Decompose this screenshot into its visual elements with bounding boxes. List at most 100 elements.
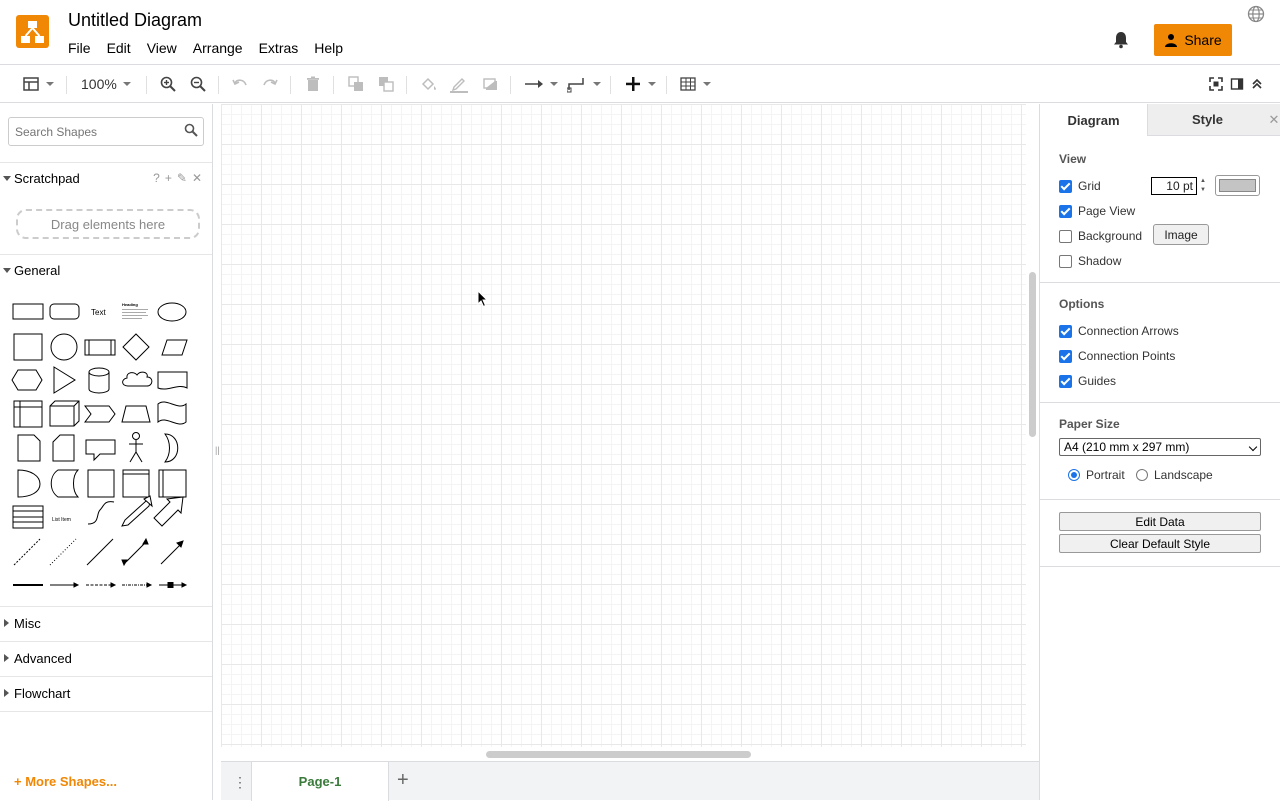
shape-container[interactable] bbox=[87, 469, 115, 498]
zoom-out-button[interactable] bbox=[189, 74, 207, 94]
shape-document[interactable] bbox=[157, 371, 188, 390]
shape-square[interactable] bbox=[13, 333, 43, 361]
grid-color-button[interactable] bbox=[1215, 175, 1260, 196]
shape-text[interactable]: Text bbox=[91, 308, 106, 317]
help-icon[interactable]: ? bbox=[153, 171, 160, 185]
connection-points-checkbox[interactable] bbox=[1059, 349, 1072, 363]
shape-list-item[interactable]: List Item bbox=[52, 517, 71, 523]
background-option[interactable]: Background bbox=[1059, 229, 1142, 243]
menu-edit[interactable]: Edit bbox=[99, 38, 139, 58]
waypoints-button[interactable] bbox=[567, 74, 601, 94]
shape-hexagon[interactable] bbox=[11, 369, 43, 391]
page-tab[interactable]: Page-1 bbox=[251, 762, 389, 801]
shape-rectangle[interactable] bbox=[12, 303, 44, 320]
menu-help[interactable]: Help bbox=[306, 38, 351, 58]
grid-size-input[interactable]: 10 pt bbox=[1151, 177, 1197, 195]
background-image-button[interactable]: Image bbox=[1153, 224, 1209, 245]
shape-swimlane[interactable] bbox=[122, 469, 150, 498]
clear-default-style-button[interactable]: Clear Default Style bbox=[1059, 534, 1261, 553]
connection-points-option[interactable]: Connection Points bbox=[1059, 349, 1175, 363]
fullscreen-button[interactable] bbox=[1209, 74, 1223, 94]
scratchpad-dropzone[interactable]: Drag elements here bbox=[16, 209, 200, 239]
redo-button[interactable] bbox=[261, 74, 279, 94]
shape-dashed-line[interactable] bbox=[13, 538, 41, 566]
undo-button[interactable] bbox=[231, 74, 249, 94]
connection-arrows-checkbox[interactable] bbox=[1059, 324, 1072, 338]
shadow-button[interactable] bbox=[481, 74, 499, 94]
background-checkbox[interactable] bbox=[1059, 229, 1072, 243]
shape-rounded-rectangle[interactable] bbox=[49, 303, 80, 320]
grid-size-stepper[interactable]: ▲ ▼ bbox=[1198, 177, 1208, 195]
shape-or[interactable] bbox=[163, 433, 179, 463]
paper-size-select[interactable]: A4 (210 mm x 297 mm) bbox=[1059, 438, 1261, 456]
shape-data-storage[interactable] bbox=[50, 469, 80, 498]
format-panel-toggle-button[interactable] bbox=[1230, 74, 1244, 94]
vertical-scrollbar[interactable] bbox=[1029, 272, 1036, 437]
shape-dotted-line[interactable] bbox=[49, 538, 77, 566]
shape-curve[interactable] bbox=[87, 501, 115, 525]
close-icon[interactable]: ✕ bbox=[1267, 104, 1280, 136]
zoom-in-button[interactable] bbox=[159, 74, 177, 94]
connection-arrows-option[interactable]: Connection Arrows bbox=[1059, 324, 1179, 338]
shadow-option[interactable]: Shadow bbox=[1059, 254, 1121, 268]
shape-directional-connector[interactable] bbox=[160, 540, 184, 565]
scratchpad-header[interactable]: Scratchpad ? + ✎ ✕ bbox=[0, 163, 212, 193]
shape-card[interactable] bbox=[52, 434, 75, 462]
shape-heading-text[interactable]: Heading bbox=[122, 302, 148, 319]
diagram-title[interactable]: Untitled Diagram bbox=[68, 10, 202, 31]
search-icon[interactable] bbox=[184, 123, 198, 137]
to-back-button[interactable] bbox=[377, 74, 395, 94]
shape-callout[interactable] bbox=[85, 439, 116, 462]
grid-option[interactable]: Grid bbox=[1059, 179, 1101, 193]
shape-internal-storage[interactable] bbox=[13, 400, 43, 428]
add-page-icon[interactable]: + bbox=[397, 769, 409, 792]
shape-diamond[interactable] bbox=[122, 333, 150, 361]
shape-vertical-container[interactable] bbox=[158, 469, 187, 498]
shape-bidirectional-arrow[interactable] bbox=[121, 495, 153, 527]
notification-bell-icon[interactable] bbox=[1112, 31, 1130, 49]
shape-bidirectional-connector[interactable] bbox=[121, 537, 149, 567]
shape-cube[interactable] bbox=[49, 400, 80, 427]
horizontal-scrollbar[interactable] bbox=[486, 751, 751, 758]
grid-checkbox[interactable] bbox=[1059, 179, 1072, 193]
shape-process[interactable] bbox=[84, 339, 116, 356]
shape-triangle[interactable] bbox=[53, 366, 76, 394]
share-button[interactable]: Share bbox=[1154, 24, 1232, 56]
fill-color-button[interactable] bbox=[420, 74, 438, 94]
shape-dotted-connector[interactable] bbox=[122, 582, 153, 588]
tab-diagram[interactable]: Diagram bbox=[1040, 104, 1147, 136]
shape-parallelogram[interactable] bbox=[161, 339, 188, 356]
search-shapes-input[interactable] bbox=[8, 117, 204, 146]
menu-arrange[interactable]: Arrange bbox=[185, 38, 251, 58]
menu-extras[interactable]: Extras bbox=[251, 38, 307, 58]
shape-cloud[interactable] bbox=[122, 371, 153, 387]
zoom-select[interactable]: 100% bbox=[81, 74, 131, 94]
diagram-canvas[interactable] bbox=[221, 104, 1026, 747]
language-globe-icon[interactable] bbox=[1247, 5, 1265, 23]
advanced-header[interactable]: Advanced bbox=[0, 643, 212, 673]
drawio-logo-icon[interactable] bbox=[16, 15, 49, 48]
general-header[interactable]: General bbox=[0, 255, 212, 285]
close-icon[interactable]: ✕ bbox=[192, 171, 202, 185]
shape-ellipse[interactable] bbox=[157, 302, 187, 322]
collapse-header-button[interactable] bbox=[1250, 74, 1264, 94]
shape-link[interactable] bbox=[50, 582, 80, 588]
shape-note[interactable] bbox=[17, 434, 41, 462]
shape-arrow[interactable] bbox=[153, 496, 184, 527]
shape-connector-with-label[interactable] bbox=[159, 582, 188, 588]
portrait-radio[interactable] bbox=[1068, 469, 1080, 481]
shape-list[interactable] bbox=[12, 505, 44, 529]
flowchart-header[interactable]: Flowchart bbox=[0, 678, 212, 708]
shape-cylinder[interactable] bbox=[88, 367, 110, 394]
shape-circle[interactable] bbox=[50, 333, 78, 361]
page-view-checkbox[interactable] bbox=[1059, 204, 1072, 218]
landscape-radio[interactable] bbox=[1136, 469, 1148, 481]
sidebar-resize-handle[interactable]: || bbox=[215, 445, 220, 455]
portrait-option[interactable]: Portrait bbox=[1068, 468, 1125, 482]
misc-header[interactable]: Misc bbox=[0, 608, 212, 638]
connection-style-button[interactable] bbox=[524, 74, 558, 94]
to-front-button[interactable] bbox=[347, 74, 365, 94]
landscape-option[interactable]: Landscape bbox=[1136, 468, 1213, 482]
delete-button[interactable] bbox=[304, 74, 322, 94]
guides-checkbox[interactable] bbox=[1059, 374, 1072, 388]
